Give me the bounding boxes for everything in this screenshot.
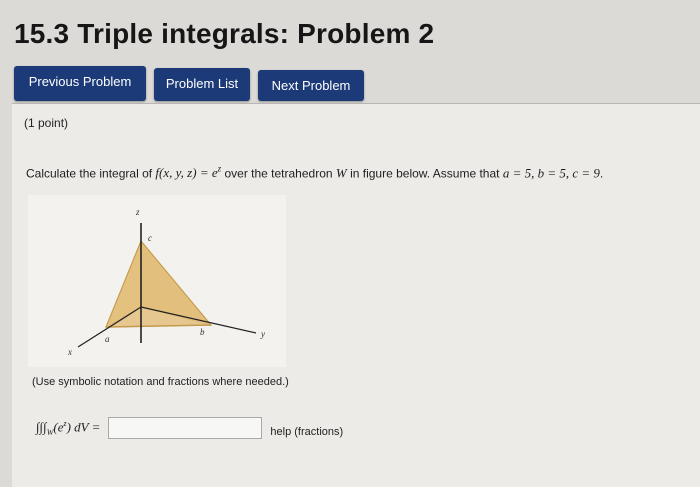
answer-input[interactable] [108, 417, 263, 439]
integral-symbols: ∫∫∫ [36, 419, 47, 435]
axis-y-label: y [260, 329, 265, 339]
function-expression: f(x, y, z) = ez [155, 164, 221, 181]
point-a-label: a [105, 334, 110, 344]
function-text: f(x, y, z) = e [155, 165, 218, 181]
statement-period: . [599, 166, 604, 181]
help-fractions-link[interactable]: help (fractions) [270, 426, 343, 438]
point-c-label: c [148, 233, 152, 243]
points-label: (1 point) [24, 116, 69, 130]
point-b-label: b [200, 327, 205, 337]
answer-row: ∫∫∫W(ez) dV = help (fractions) [36, 417, 343, 439]
axis-x-label: x [67, 347, 72, 357]
tetrahedron-figure: z y x c b a [28, 195, 286, 367]
assumption-values: a = 5, b = 5, c = 9 [502, 165, 600, 181]
integrand-close: ) dV = [66, 419, 101, 435]
tetrahedron-svg: z y x c b a [67, 207, 265, 357]
page-title: 15.3 Triple integrals: Problem 2 [14, 18, 435, 49]
tetrahedron-face-front [105, 240, 213, 328]
statement-suffix: in figure below. Assume that [346, 166, 503, 181]
integrand-open: (e [53, 419, 64, 435]
hint-text: (Use symbolic notation and fractions whe… [32, 376, 289, 388]
next-problem-button[interactable]: Next Problem [258, 70, 364, 101]
axis-z-label: z [135, 207, 140, 217]
statement-prefix: Calculate the integral of [26, 166, 156, 181]
problem-statement: Calculate the integral of f(x, y, z) = e… [26, 164, 603, 181]
problem-list-button[interactable]: Problem List [154, 68, 250, 101]
statement-mid: over the tetrahedron [221, 166, 336, 181]
problem-panel: (1 point) Calculate the integral of f(x,… [12, 103, 700, 487]
integral-expression: ∫∫∫W(ez) dV = [36, 419, 100, 437]
region-symbol: W [335, 165, 347, 181]
problem-nav: Previous Problem Problem List Next Probl… [14, 66, 364, 101]
previous-problem-button[interactable]: Previous Problem [14, 66, 146, 101]
